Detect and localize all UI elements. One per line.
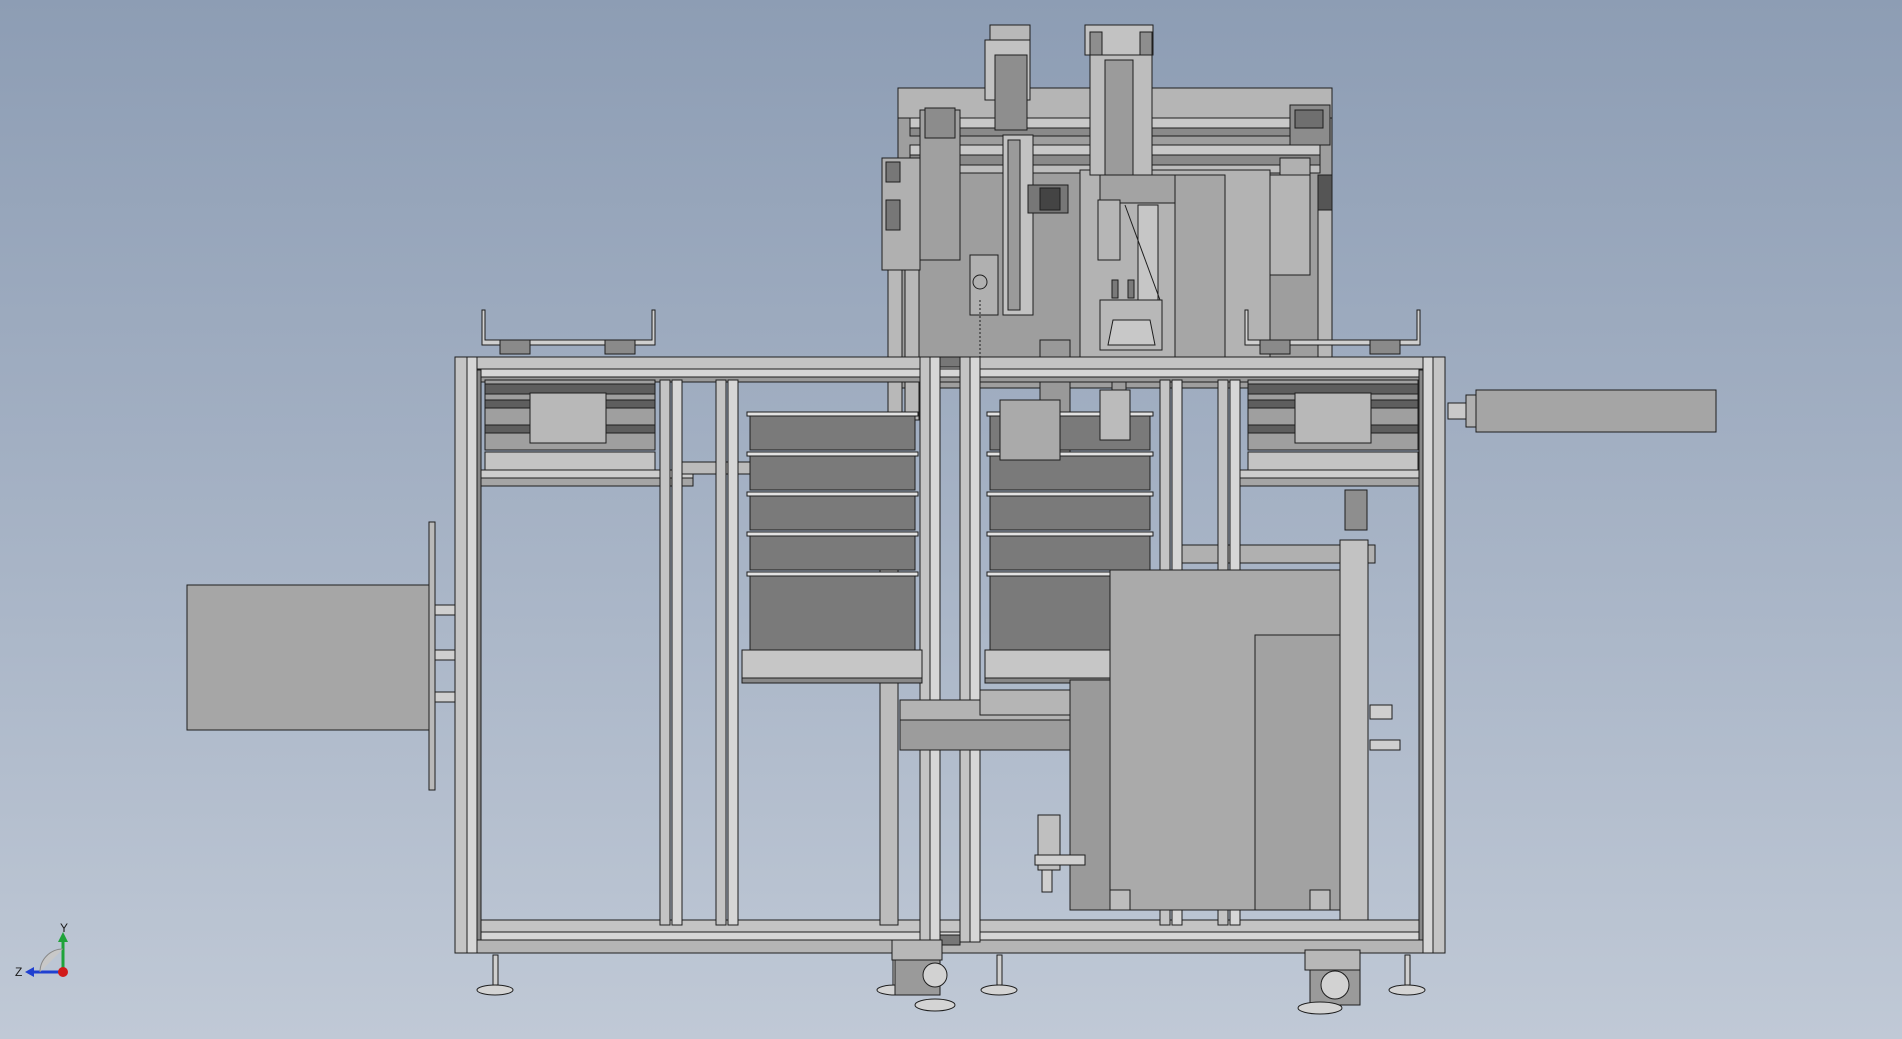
right-magazine (1247, 379, 1419, 471)
coordinate-triad: Y Z (15, 921, 68, 979)
triad-origin (58, 967, 68, 977)
machine-assembly-drawing[interactable]: Y Z (0, 0, 1902, 1039)
triad-y-label: Y (60, 921, 68, 935)
left-motor-unit (186, 521, 456, 791)
cad-viewport[interactable]: Y Z (0, 0, 1902, 1039)
left-tray-stack (741, 411, 923, 684)
left-magazine (484, 379, 656, 471)
triad-z-label: Z (15, 965, 22, 979)
triad-z-arrow (25, 967, 34, 977)
right-cylinder (1447, 389, 1717, 433)
